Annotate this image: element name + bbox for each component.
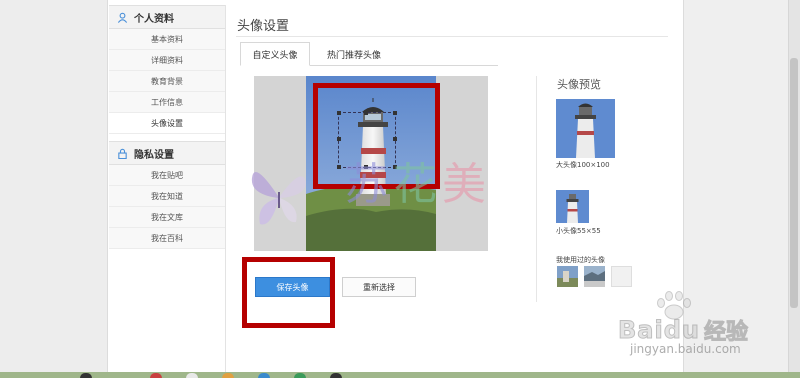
sidebar-section-title: 个人资料 — [134, 13, 174, 25]
sidebar-item-wenku[interactable]: 我在文库 — [109, 207, 225, 228]
sidebar-item-avatar-settings[interactable]: 头像设置 — [109, 113, 225, 134]
used-avatar-empty-slot[interactable] — [611, 266, 632, 287]
user-icon — [117, 12, 128, 23]
sidebar-section-privacy[interactable]: 隐私设置 — [109, 141, 225, 165]
sidebar-item-label: 我在百科 — [151, 233, 183, 243]
highlight-box-save — [242, 257, 335, 328]
sidebar-section-profile[interactable]: 个人资料 — [109, 5, 225, 29]
taskbar-app-icon[interactable] — [222, 373, 234, 378]
sidebar-item-education[interactable]: 教育背景 — [109, 71, 225, 92]
taskbar-app-icon[interactable] — [80, 373, 92, 378]
sidebar-item-detailed-info[interactable]: 详细资料 — [109, 50, 225, 71]
used-avatar-thumb[interactable] — [557, 266, 578, 287]
used-avatar-thumb[interactable] — [584, 266, 605, 287]
taskbar-app-icon[interactable] — [330, 373, 342, 378]
sidebar: 个人资料 基本资料 详细资料 教育背景 工作信息 头像设置 隐私设置 我在贴吧 … — [109, 5, 226, 372]
sidebar-item-label: 我在知道 — [151, 191, 183, 201]
scrollbar-thumb[interactable] — [790, 58, 798, 308]
watermark-char: 苏 — [344, 159, 393, 210]
lock-icon — [118, 148, 127, 159]
preview-title: 头像预览 — [557, 78, 601, 91]
page-title: 头像设置 — [237, 19, 290, 34]
sidebar-item-label: 我在文库 — [151, 212, 183, 222]
sidebar-item-label: 教育背景 — [151, 76, 183, 86]
avatar-preview-large — [556, 99, 615, 158]
avatar-tabs: 自定义头像 热门推荐头像 — [240, 42, 498, 66]
brand-name: Baidu — [618, 316, 700, 345]
used-avatars-title: 我使用过的头像 — [556, 256, 605, 264]
sidebar-item-label: 头像设置 — [151, 118, 183, 128]
tab-custom-avatar[interactable]: 自定义头像 — [240, 42, 310, 66]
small-preview-caption: 小头像55×55 — [556, 227, 601, 235]
taskbar-app-icon[interactable] — [150, 373, 162, 378]
brand-url: jingyan.baidu.com — [630, 342, 741, 356]
sidebar-item-label: 详细资料 — [151, 55, 183, 65]
sidebar-section-title: 隐私设置 — [134, 149, 174, 161]
sidebar-spacer — [109, 134, 225, 141]
title-divider — [236, 36, 668, 37]
reselect-button[interactable]: 重新选择 — [342, 277, 416, 297]
taskbar-app-icon[interactable] — [294, 373, 306, 378]
preview-divider — [536, 76, 537, 302]
avatar-preview-small — [556, 190, 589, 223]
sidebar-item-baike[interactable]: 我在百科 — [109, 228, 225, 249]
watermark-char: 美 — [442, 159, 491, 210]
watermark-text: 苏花美 — [344, 148, 491, 212]
sidebar-item-basic-info[interactable]: 基本资料 — [109, 29, 225, 50]
sidebar-item-label: 工作信息 — [151, 97, 183, 107]
watermark-char: 花 — [393, 159, 442, 210]
tab-popular-avatars[interactable]: 热门推荐头像 — [312, 42, 396, 66]
sidebar-item-tieba[interactable]: 我在贴吧 — [109, 165, 225, 186]
taskbar-app-icon[interactable] — [258, 373, 270, 378]
sidebar-item-label: 我在贴吧 — [151, 170, 183, 180]
sidebar-item-label: 基本资料 — [151, 34, 183, 44]
taskbar — [0, 372, 800, 378]
sidebar-item-zhidao[interactable]: 我在知道 — [109, 186, 225, 207]
butterfly-watermark — [248, 158, 310, 234]
taskbar-app-icon[interactable] — [186, 373, 198, 378]
sidebar-item-work-info[interactable]: 工作信息 — [109, 92, 225, 113]
large-preview-caption: 大头像100×100 — [556, 161, 610, 169]
